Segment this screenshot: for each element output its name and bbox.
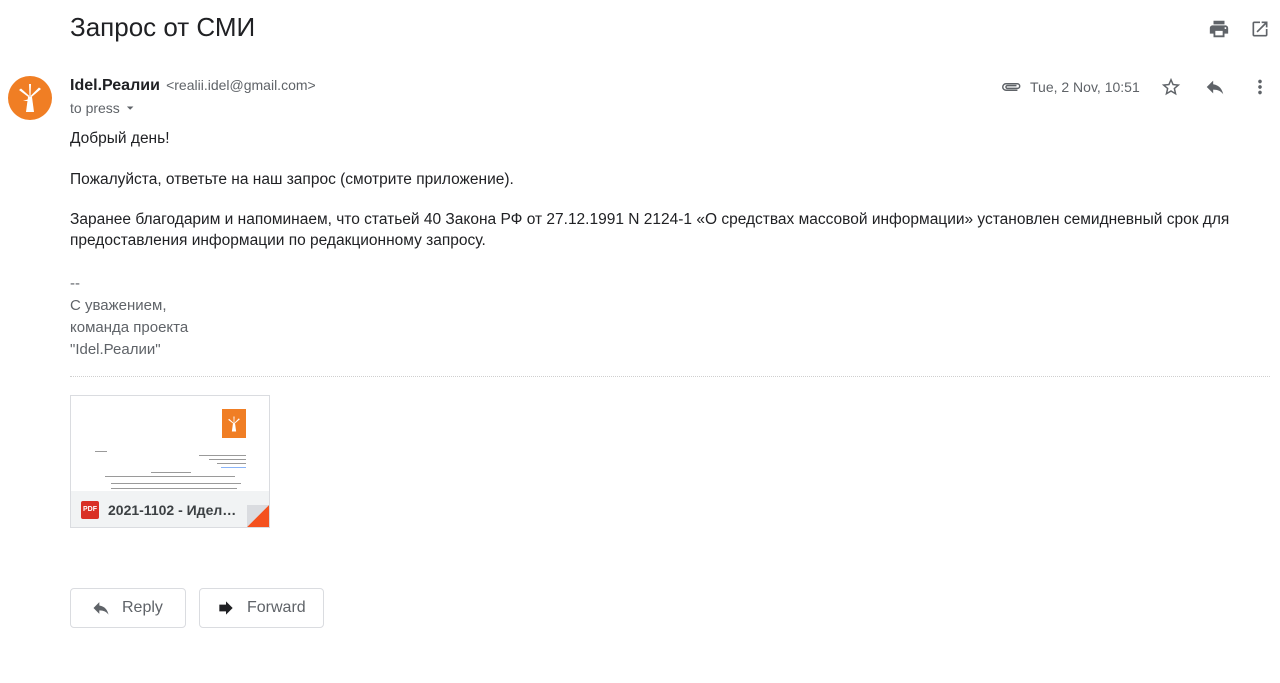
- forward-icon: [216, 598, 236, 618]
- reply-icon: [91, 598, 111, 618]
- doc-line: [209, 459, 246, 460]
- doc-line: [95, 451, 107, 452]
- star-button[interactable]: [1159, 75, 1183, 99]
- email-date: Tue, 2 Nov, 10:51: [1030, 79, 1140, 95]
- reply-button[interactable]: Reply: [70, 588, 186, 628]
- doc-line: [221, 467, 246, 468]
- email-subject: Запрос от СМИ: [70, 12, 256, 42]
- thumbnail-logo-icon: [222, 409, 246, 438]
- signature-team: команда проекта: [70, 319, 189, 336]
- recipient-label: to press: [70, 100, 120, 116]
- signature-closing: С уважением,: [70, 297, 167, 314]
- open-in-new-icon: [1252, 21, 1268, 37]
- reply-button-label: Reply: [122, 599, 163, 616]
- more-vert-icon: [1258, 79, 1262, 95]
- note-text: Заранее благодарим и напоминаем, что ста…: [70, 211, 1230, 249]
- request-text: Пожалуйста, ответьте на наш запрос (смот…: [70, 171, 514, 188]
- print-button[interactable]: [1207, 17, 1231, 41]
- doc-line: [111, 483, 241, 484]
- open-in-new-window-button[interactable]: [1248, 17, 1272, 41]
- doc-line: [111, 488, 237, 489]
- print-icon: [1209, 20, 1229, 38]
- reply-icon-button[interactable]: [1203, 75, 1227, 99]
- doc-line: [217, 463, 246, 464]
- attachment-file-name: 2021-1102 - Идел…: [108, 501, 237, 518]
- paperclip-icon: [1000, 76, 1024, 98]
- signature-separator: --: [70, 275, 80, 292]
- attachments-divider: [70, 376, 1270, 377]
- star-icon: [1161, 77, 1181, 96]
- pdf-icon: PDF: [81, 500, 99, 519]
- reply-icon: [1206, 80, 1224, 95]
- doc-line: [151, 472, 191, 473]
- email-view: Запрос от СМИ Idel.Реалии <realii.idel@g…: [0, 0, 1280, 683]
- idel-realii-logo-icon: [19, 84, 41, 112]
- sender-avatar[interactable]: [8, 76, 52, 120]
- doc-line: [199, 455, 246, 456]
- sender-line: Idel.Реалии <realii.idel@gmail.com>: [70, 77, 316, 95]
- signature: -- С уважением, команда проекта "Idel.Ре…: [70, 273, 188, 361]
- doc-line: [105, 476, 235, 477]
- forward-button-label: Forward: [247, 599, 306, 616]
- signature-project: "Idel.Реалии": [70, 341, 161, 358]
- sender-name[interactable]: Idel.Реалии: [70, 77, 160, 94]
- attachment-card[interactable]: PDF 2021-1102 - Идел…: [70, 395, 270, 528]
- attachment-thumbnail: [71, 396, 269, 491]
- email-meta: Tue, 2 Nov, 10:51: [1000, 76, 1140, 98]
- show-details-icon[interactable]: [124, 102, 136, 114]
- more-options-button[interactable]: [1248, 75, 1272, 99]
- sender-email: <realii.idel@gmail.com>: [166, 77, 316, 93]
- page-fold-icon: [247, 505, 269, 527]
- recipient-line[interactable]: to press: [70, 100, 136, 116]
- forward-button[interactable]: Forward: [199, 588, 324, 628]
- greeting-text: Добрый день!: [70, 130, 170, 147]
